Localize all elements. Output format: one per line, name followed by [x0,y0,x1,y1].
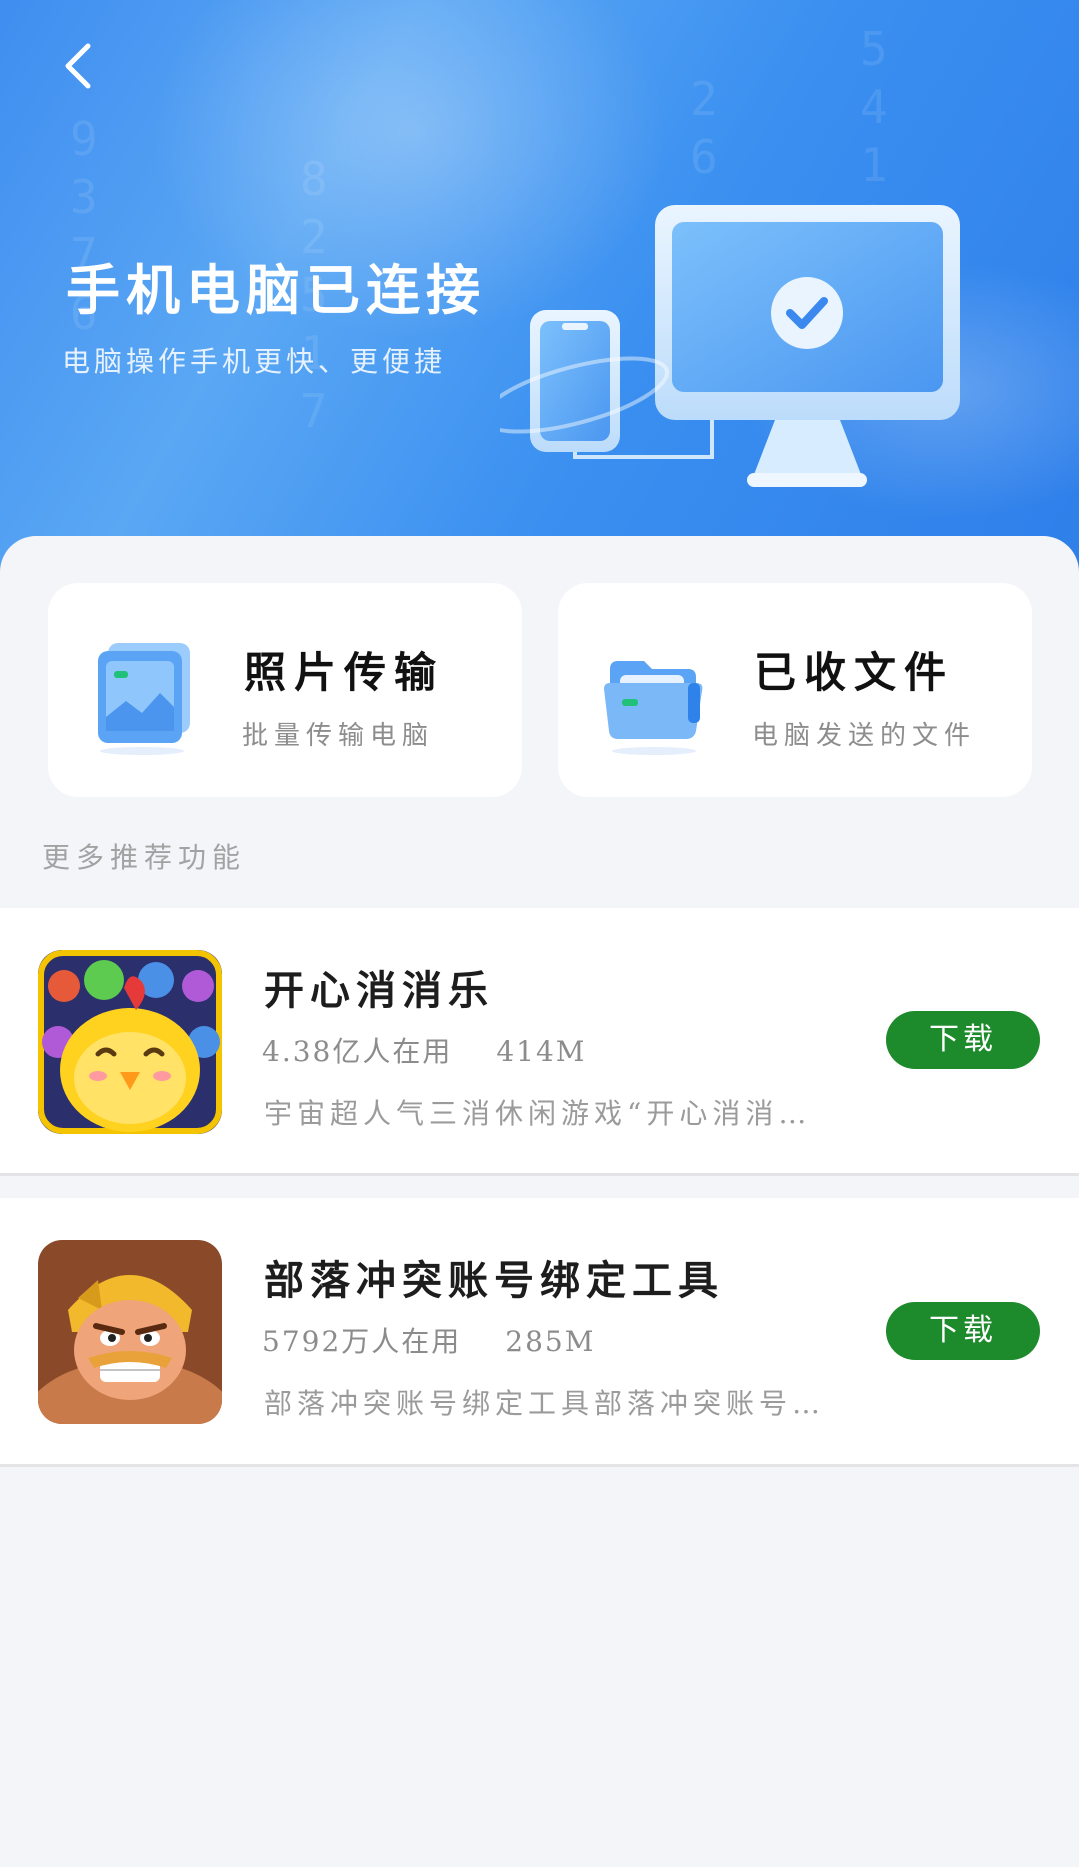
section-label: 更多推荐功能 [42,841,247,874]
chick-game-icon [38,950,222,1134]
received-files-card[interactable]: 已收文件 电脑发送的文件 [558,583,1032,797]
barbarian-game-icon [38,1240,222,1424]
app-meta: 4.38亿人在用 414M [262,1030,586,1070]
card-title: 照片传输 [244,648,445,697]
app-name: 开心消消乐 [264,967,494,1014]
back-button[interactable] [56,36,104,96]
app-size: 414M [496,1035,587,1068]
app-description: 宇宙超人气三消休闲游戏“开心消消… [264,1097,812,1130]
photo-stack-icon [98,643,190,755]
phone-monitor-connected-icon [500,205,960,487]
page-subtitle: 电脑操作手机更快、更便捷 [62,345,447,378]
app-users: 4.38亿人在用 [262,1035,453,1068]
app-list-item[interactable]: 开心消消乐 4.38亿人在用 414M 宇宙超人气三消休闲游戏“开心消消… 下载 [0,908,1079,1176]
folder-icon [604,661,703,755]
page-title: 手机电脑已连接 [66,258,486,322]
app-meta: 5792万人在用 285M [262,1320,595,1360]
chevron-left-icon [65,43,91,89]
card-subtitle: 批量传输电脑 [242,721,435,751]
background-digits: 26 [690,72,718,184]
photo-transfer-card[interactable]: 照片传输 批量传输电脑 [48,583,522,797]
app-users: 5792万人在用 [262,1325,462,1358]
card-title: 已收文件 [754,648,955,697]
app-description: 部落冲突账号绑定工具部落冲突账号… [264,1387,826,1420]
download-button[interactable]: 下载 [886,1011,1040,1069]
card-subtitle: 电脑发送的文件 [752,721,977,751]
download-button[interactable]: 下载 [886,1302,1040,1360]
app-list-item[interactable]: 部落冲突账号绑定工具 5792万人在用 285M 部落冲突账号绑定工具部落冲突账号… [0,1198,1079,1467]
app-name: 部落冲突账号绑定工具 [264,1257,724,1304]
hero-banner: 9376 82517 5419 26 手机电脑已连接 电脑操作手机更快、更便捷 [0,0,1079,580]
app-size: 285M [505,1325,596,1358]
